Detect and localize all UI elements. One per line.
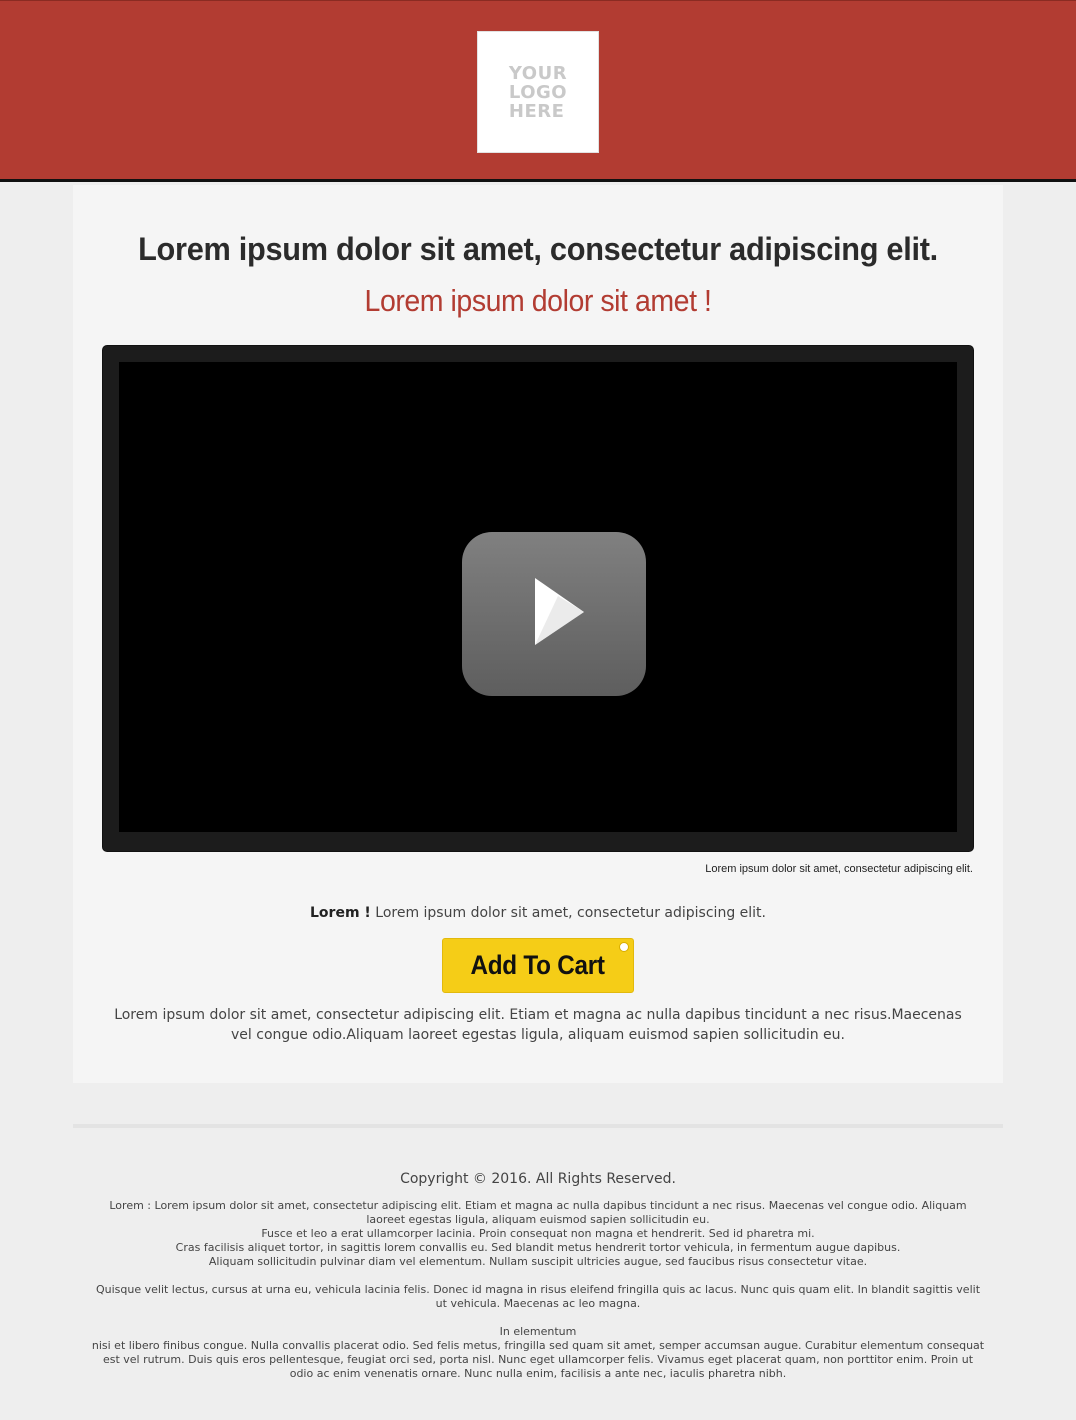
play-icon	[535, 578, 584, 645]
logo[interactable]: YOUR LOGO HERE	[477, 31, 599, 153]
add-to-cart-label: Add To Cart	[470, 950, 606, 980]
footer-line: Cras facilisis aliquet tortor, in sagitt…	[175, 1241, 901, 1254]
page-subheadline: Lorem ipsum dolor sit amet !	[364, 283, 712, 318]
body-text: Lorem ipsum dolor sit amet, consectetur …	[114, 1007, 962, 1043]
footer-divider	[73, 1124, 1003, 1128]
logo-text: YOUR LOGO HERE	[508, 62, 568, 122]
header: YOUR LOGO HERE	[0, 0, 1076, 182]
cta-lead: Lorem ! Lorem ipsum dolor sit amet, cons…	[73, 905, 1003, 921]
copyright: Copyright © 2016. All Rights Reserved.	[400, 1171, 676, 1187]
page-headline: Lorem ipsum dolor sit amet, consectetur …	[138, 231, 938, 267]
footer-text: Lorem : Lorem ipsum dolor sit amet, cons…	[90, 1199, 986, 1381]
cta-lead-text: Lorem ipsum dolor sit amet, consectetur …	[370, 905, 766, 921]
video-screen[interactable]	[119, 362, 957, 832]
add-to-cart-button[interactable]: Add To Cart	[442, 938, 634, 993]
play-button[interactable]	[462, 532, 646, 696]
footer-line: Quisque velit lectus, cursus at urna eu,…	[95, 1283, 981, 1310]
footer-line: nisi et libero finibus congue. Nulla con…	[91, 1339, 985, 1380]
footer-line: Lorem : Lorem ipsum dolor sit amet, cons…	[109, 1199, 967, 1226]
footer-line: Fusce et leo a erat ullamcorper lacinia.…	[261, 1227, 815, 1240]
footer-line: Aliquam sollicitudin pulvinar diam vel e…	[208, 1255, 868, 1268]
badge-dot-icon	[619, 942, 629, 952]
main-content: Lorem ipsum dolor sit amet, consectetur …	[73, 185, 1003, 1083]
footer-line: In elementum	[499, 1325, 577, 1338]
cta-lead-bold: Lorem !	[310, 905, 371, 921]
video-player[interactable]	[103, 346, 973, 851]
video-caption: Lorem ipsum dolor sit amet, consectetur …	[705, 863, 973, 875]
